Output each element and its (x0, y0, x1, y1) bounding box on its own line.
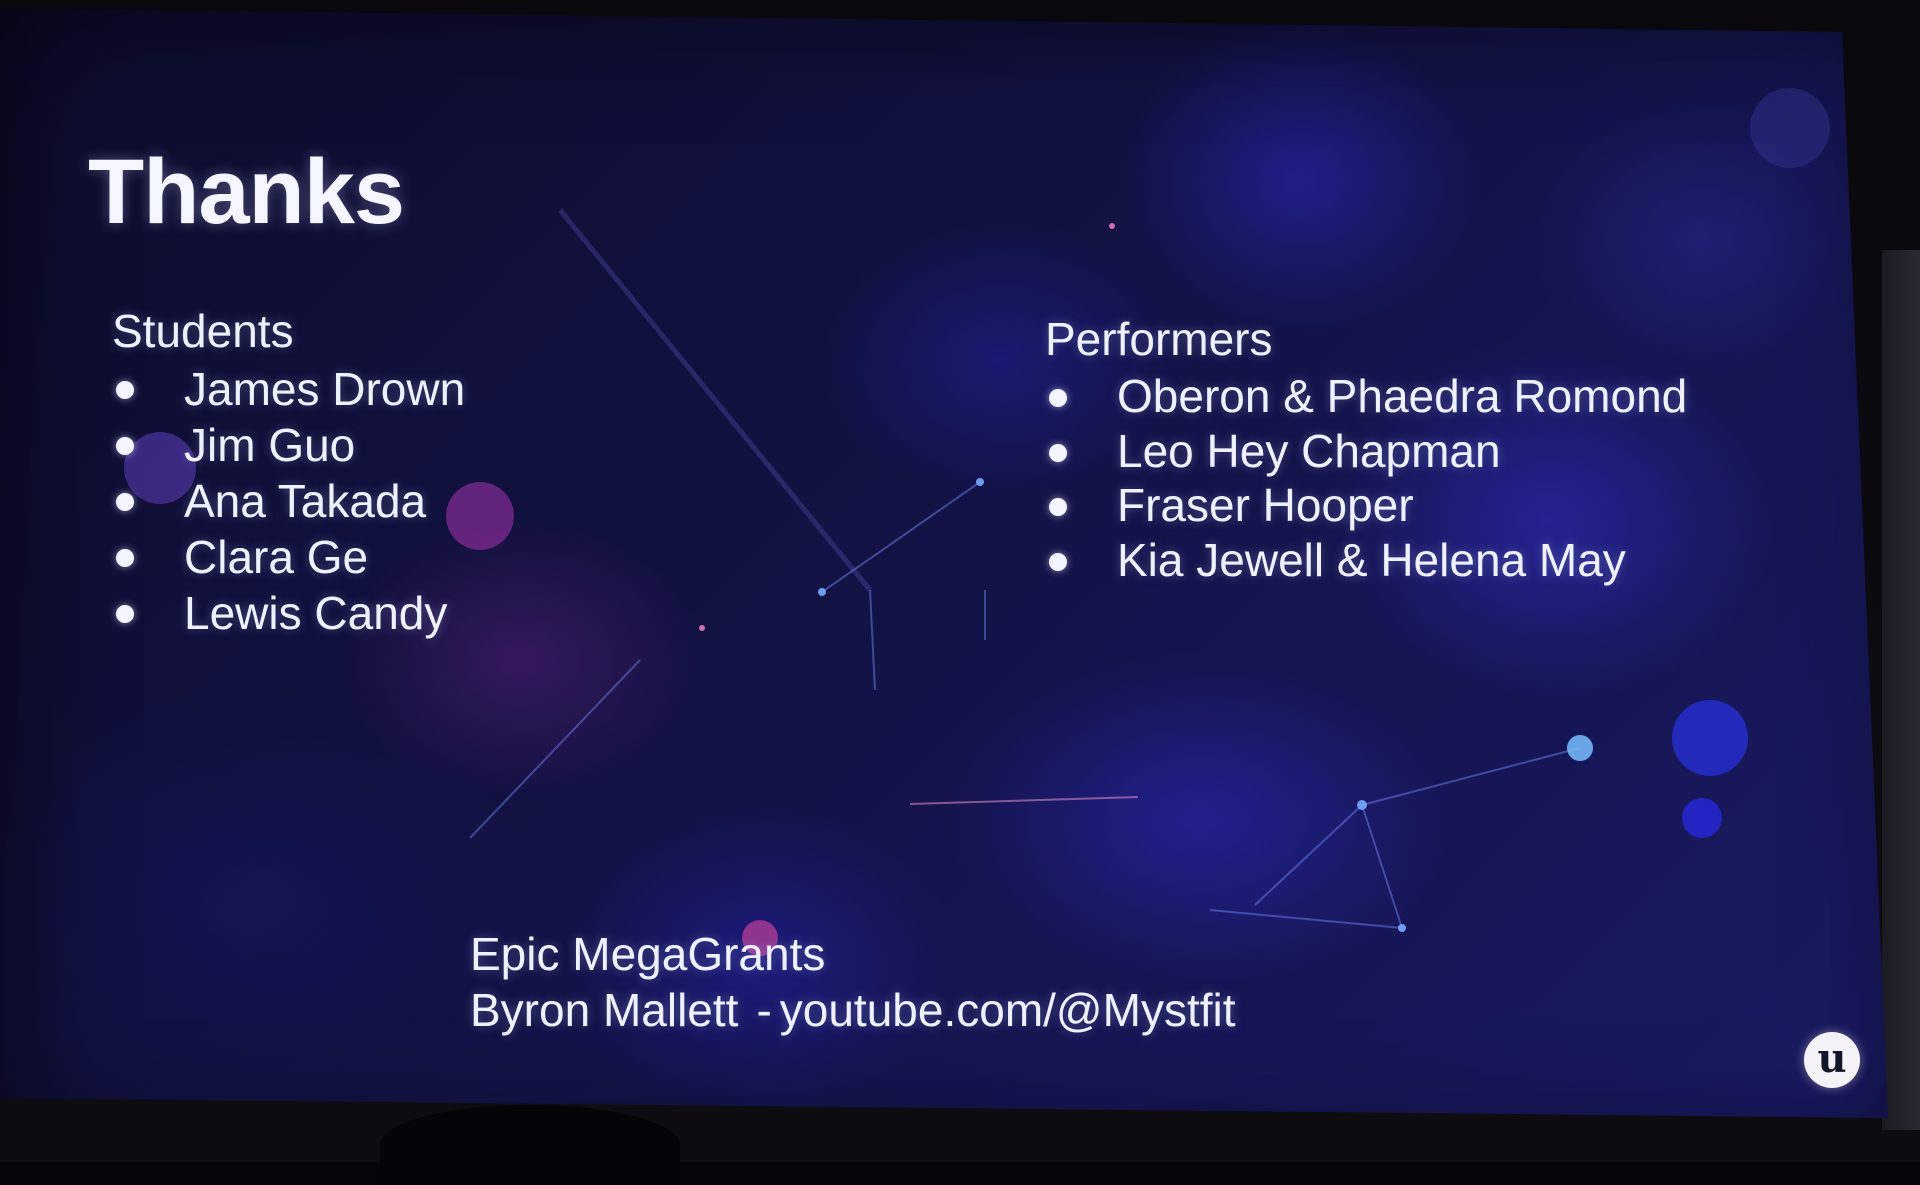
students-list: James Drown Jim Guo Ana Takada Clara Ge … (112, 361, 465, 641)
performers-heading: Performers (1045, 313, 1273, 365)
projection-screen: Thanks Students James Drown Jim Guo Ana … (0, 8, 1888, 1118)
list-item: Oberon & Phaedra Romond (1045, 369, 1687, 424)
audience-head-silhouette (380, 1105, 680, 1185)
credit-person-line: Byron Mallett - youtube.com/@Mystfit (470, 982, 1236, 1038)
list-item: Clara Ge (112, 529, 465, 585)
list-item: Jim Guo (112, 417, 465, 473)
list-item: Leo Hey Chapman (1045, 424, 1687, 479)
list-item: Ana Takada (112, 473, 465, 529)
list-item: Fraser Hooper (1045, 478, 1687, 533)
students-section: Students James Drown Jim Guo Ana Takada … (112, 303, 465, 641)
credits-block: Epic MegaGrants Byron Mallett - youtube.co… (470, 926, 1236, 1038)
credit-person: Byron Mallett (470, 984, 739, 1036)
list-item: Lewis Candy (112, 585, 465, 641)
unreal-engine-logo-icon: u (1804, 1032, 1860, 1088)
list-item: James Drown (112, 361, 465, 417)
list-item: Kia Jewell & Helena May (1045, 533, 1687, 588)
performers-section: Performers Oberon & Phaedra Romond Leo H… (1045, 311, 1687, 587)
students-heading: Students (112, 305, 294, 357)
credit-separator: - (756, 984, 772, 1036)
credit-grant: Epic MegaGrants (470, 928, 826, 980)
room-side-panel (1882, 250, 1920, 1130)
performers-list: Oberon & Phaedra Romond Leo Hey Chapman … (1045, 369, 1687, 587)
credit-channel: youtube.com/@Mystfit (779, 984, 1236, 1036)
slide-title: Thanks (88, 141, 405, 243)
